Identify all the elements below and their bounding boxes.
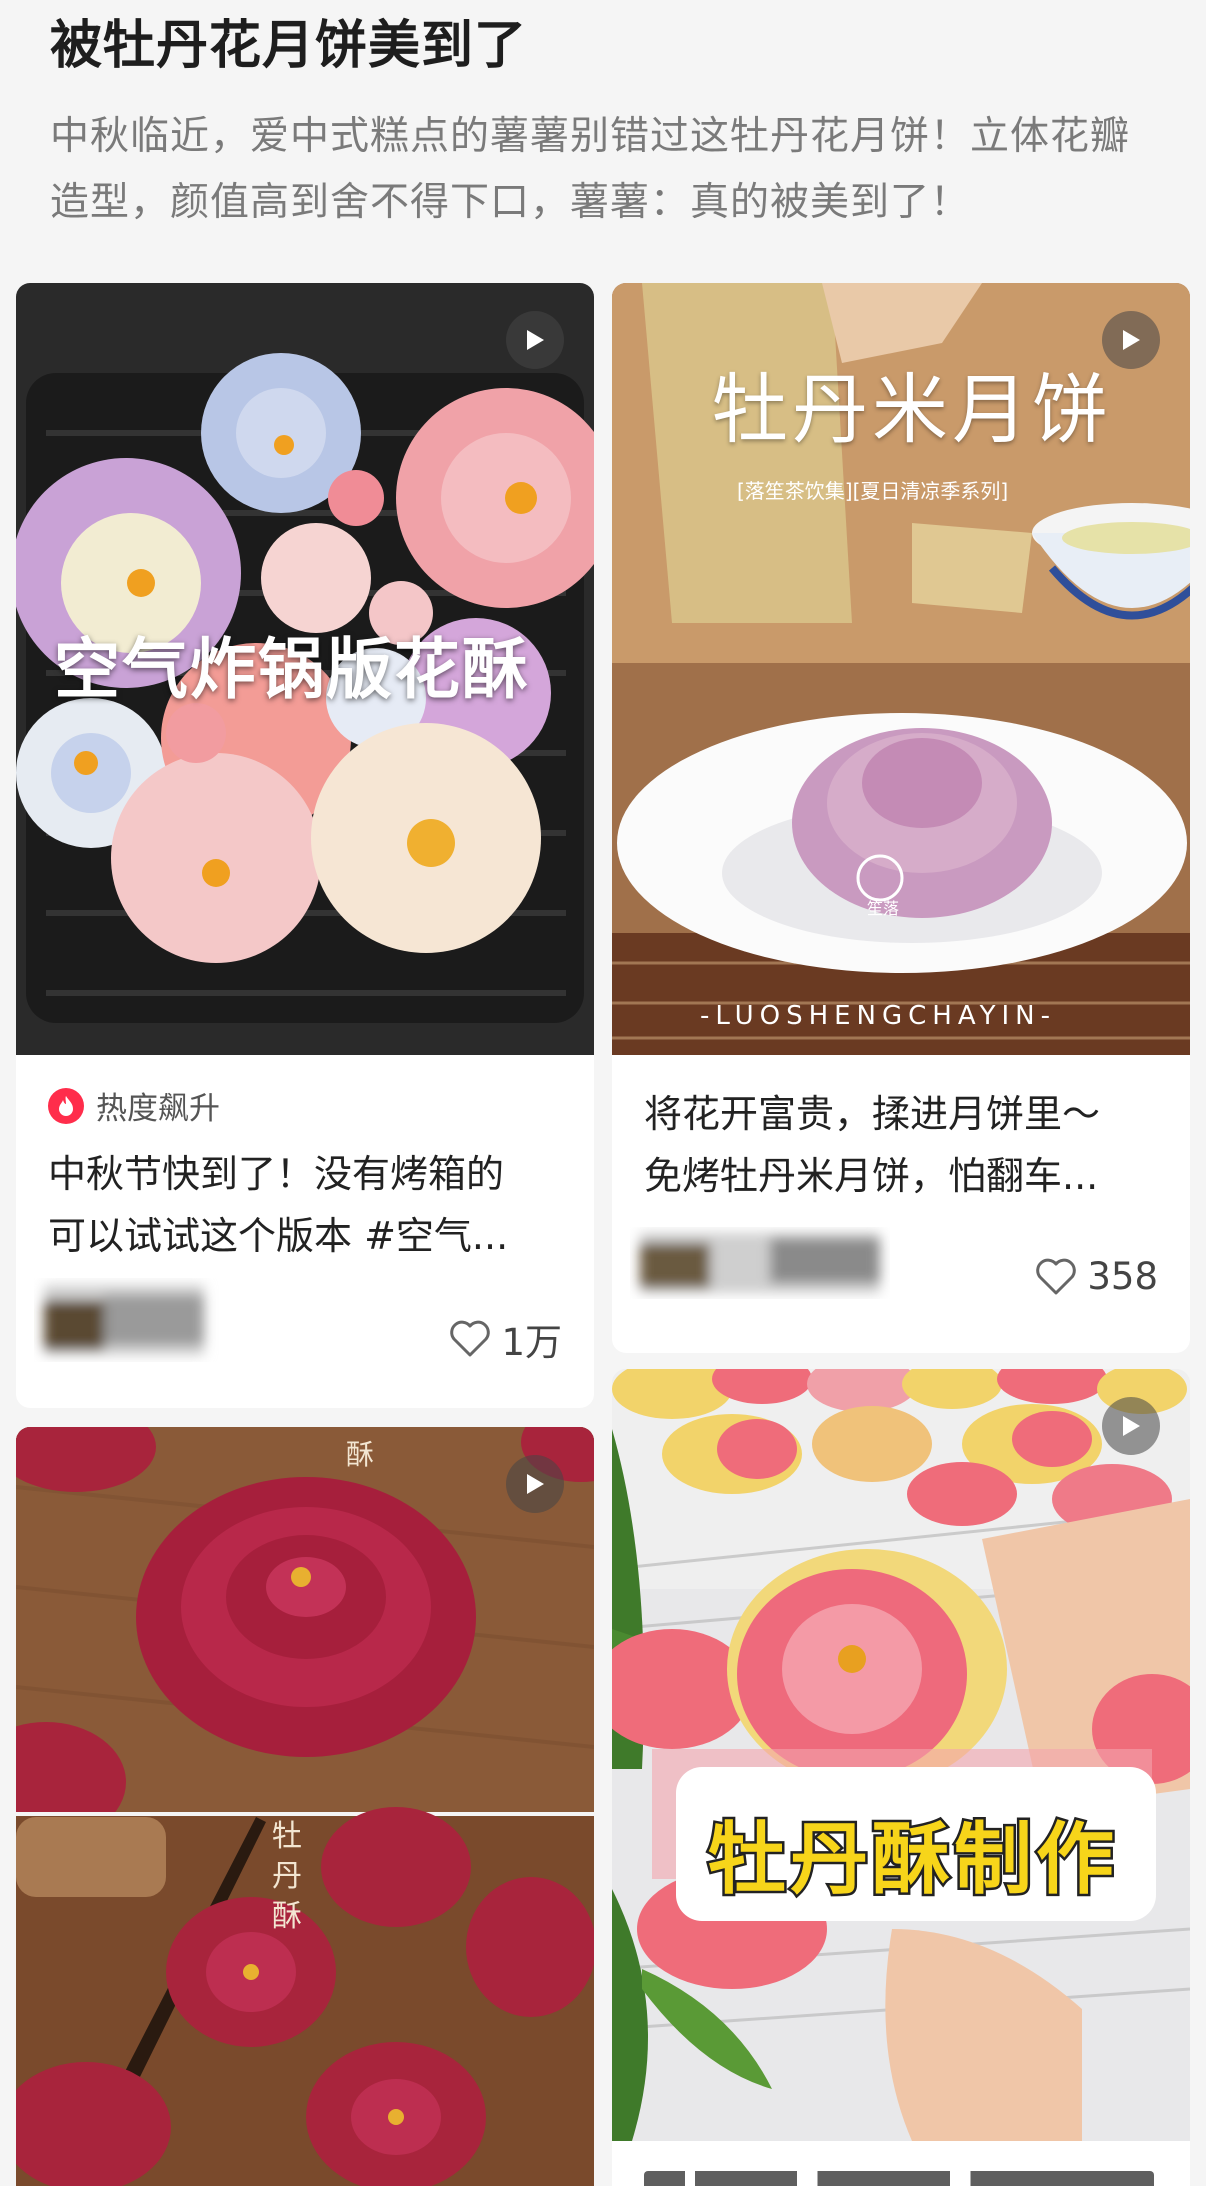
card-overlay-subtitle: [落笙茶饮集][夏日清凉季系列] [737, 479, 1009, 503]
note-header: 被牡丹花月饼美到了 中秋临近，爱中式糕点的薯薯别错过这牡丹花月饼！立体花瓣造型，… [0, 0, 1206, 270]
card-overlay-footer: -LUOSHENGCHAYIN- [700, 1001, 1056, 1031]
card-overlay-title: 空气炸锅版花酥 [54, 631, 530, 708]
card-image-air-fryer[interactable]: 空气炸锅版花酥 [16, 283, 594, 1055]
like-button[interactable]: 1万 [449, 1312, 562, 1366]
play-icon[interactable] [1102, 1397, 1160, 1455]
card-overlay-vertical-text: 牡丹酥 [272, 1819, 302, 1934]
card-title-line-1: 将花开富贵，揉进月饼里～ [644, 1092, 1101, 1136]
card-title[interactable]: 将花开富贵，揉进月饼里～ 免烤牡丹米月饼，怕翻车... [644, 1083, 1162, 1207]
card-overlay-seal: 笙落 [867, 899, 900, 918]
feed-card-peony-rice-mooncake[interactable]: 牡丹米月饼 [落笙茶饮集][夏日清凉季系列] 笙落 -LUOSHENGCHAYI… [612, 283, 1190, 1353]
card-overlay-corner-text: 酥 [346, 1438, 375, 1471]
like-button[interactable]: 358 [1035, 1255, 1158, 1298]
red-peony-pastry-image [16, 1427, 594, 2186]
note-page: 被牡丹花月饼美到了 中秋临近，爱中式糕点的薯薯别错过这牡丹花月饼！立体花瓣造型，… [0, 0, 1206, 2186]
feed-card-air-fryer[interactable]: 空气炸锅版花酥 热度飙升 中秋节快到了！没有烤箱的 可以试试这个版本 #空气..… [16, 283, 594, 1408]
card-image-red-peony-pastry[interactable]: 酥 牡丹酥 [16, 1427, 594, 2186]
card-title-line-2: 可以试试这个版本 #空气... [48, 1214, 509, 1258]
card-image-peony-pastry-making[interactable]: 牡丹酥制作 [612, 1369, 1190, 2141]
card-image-peony-rice-mooncake[interactable]: 牡丹米月饼 [落笙茶饮集][夏日清凉季系列] 笙落 -LUOSHENGCHAYI… [612, 283, 1190, 1055]
card-title-line-2: 免烤牡丹米月饼，怕翻车... [644, 1154, 1099, 1198]
card-overlay-title: 牡丹米月饼 [712, 365, 1112, 454]
note-description: 中秋临近，爱中式糕点的薯薯别错过这牡丹花月饼！立体花瓣造型，颜值高到舍不得下口，… [50, 114, 1131, 225]
hot-badge-label: 热度飙升 [96, 1091, 220, 1127]
card-overlay-label: 牡丹酥制作 [705, 1813, 1119, 1908]
hot-badge: 热度飙升 [48, 1083, 220, 1128]
heart-icon [1036, 1258, 1077, 1294]
feed-card-red-peony-pastry[interactable]: 酥 牡丹酥 [16, 1427, 594, 2186]
like-count: 358 [1087, 1255, 1158, 1298]
card-title-line-1: 中秋节快到了！没有烤箱的 [48, 1152, 505, 1196]
play-icon[interactable] [506, 311, 564, 369]
author-avatar-blurred[interactable] [630, 1213, 890, 1313]
heart-icon [450, 1320, 491, 1357]
like-count: 1万 [501, 1321, 562, 1364]
play-icon[interactable] [1102, 311, 1160, 369]
note-title: 被牡丹花月饼美到了 [50, 16, 528, 76]
feed-card-peony-pastry-making[interactable]: 牡丹酥制作 [612, 1369, 1190, 2186]
card-title[interactable]: 中秋节快到了！没有烤箱的 可以试试这个版本 #空气... [48, 1143, 566, 1267]
card-title-partial [644, 2159, 1154, 2186]
author-avatar-blurred[interactable] [34, 1265, 224, 1375]
peony-pastry-making-image [612, 1369, 1190, 2141]
flame-icon [48, 1087, 84, 1124]
play-icon[interactable] [506, 1455, 564, 1513]
